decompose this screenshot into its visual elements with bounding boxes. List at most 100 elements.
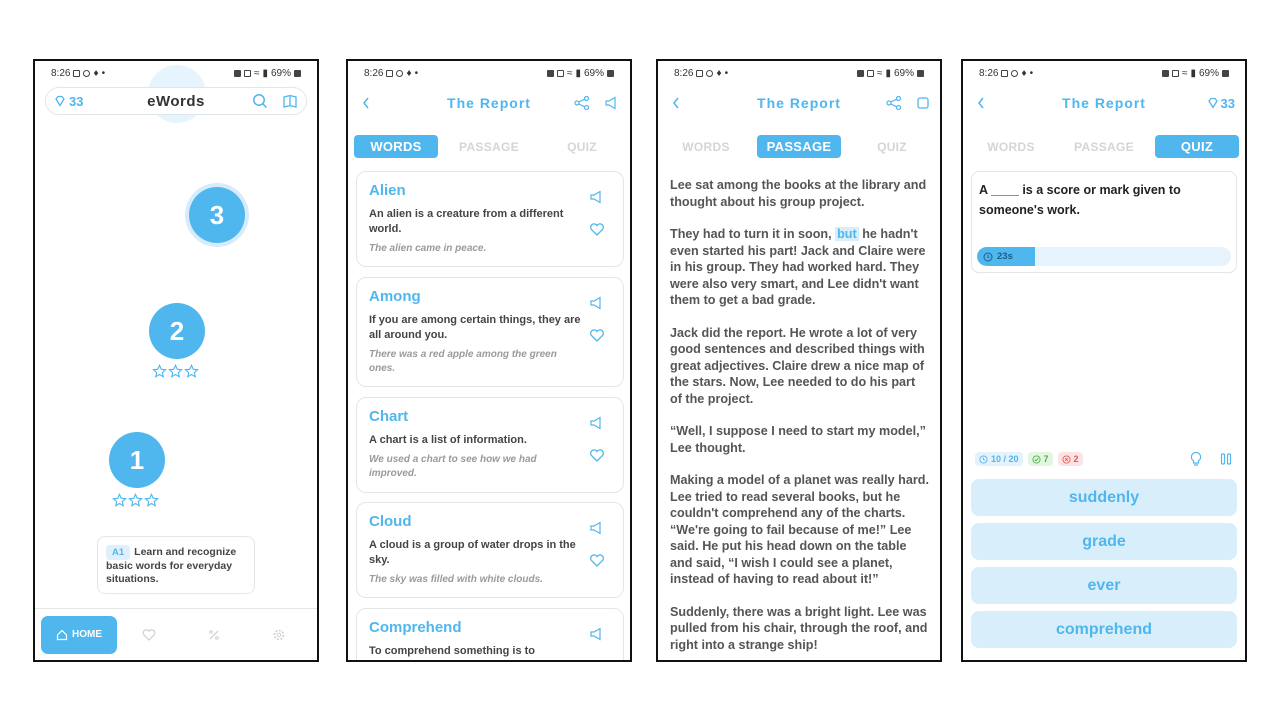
- gem-counter[interactable]: 33: [1207, 96, 1235, 111]
- word-card[interactable]: Cloud A cloud is a group of water drops …: [356, 502, 624, 598]
- clock-icon: [983, 252, 993, 261]
- highlighted-word[interactable]: but: [835, 227, 859, 241]
- speaker-icon[interactable]: [589, 521, 605, 535]
- heart-icon[interactable]: [589, 328, 605, 342]
- share-icon[interactable]: [886, 96, 902, 110]
- tab-passage[interactable]: PASSAGE: [447, 135, 531, 158]
- level-2-label: 2: [169, 315, 185, 346]
- answer-option[interactable]: suddenly: [971, 479, 1237, 516]
- wifi-status-icon: ≈: [253, 67, 260, 79]
- alarm-status-icon: [856, 69, 864, 77]
- home-nav-button[interactable]: HOME: [41, 615, 117, 654]
- gallery-status-icon: [386, 69, 394, 77]
- word-title: Chart: [369, 408, 409, 425]
- book-icon[interactable]: [282, 93, 298, 109]
- word-card[interactable]: Alien An alien is a creature from a diff…: [356, 171, 624, 267]
- speaker-icon[interactable]: [589, 296, 605, 310]
- back-arrow-icon[interactable]: [973, 96, 989, 110]
- answer-option[interactable]: comprehend: [971, 611, 1237, 648]
- status-bar: 8:26 ♦ • ≈ ▮ 69%: [963, 61, 1245, 85]
- tab-quiz[interactable]: QUIZ: [1155, 135, 1239, 158]
- report-header: The Report 33: [963, 91, 1245, 115]
- tab-words[interactable]: WORDS: [664, 135, 748, 158]
- level-2-button[interactable]: 2: [149, 303, 205, 359]
- gem-icon: [55, 95, 65, 107]
- bell-status-icon: ♦: [93, 67, 99, 79]
- passage-text-segment: They had to turn it in soon,: [670, 227, 836, 241]
- gallery-status-icon: [696, 69, 704, 77]
- pause-icon[interactable]: [1219, 452, 1233, 466]
- word-card[interactable]: Among If you are among certain things, t…: [356, 277, 624, 387]
- lesson-tabs: WORDS PASSAGE QUIZ: [664, 135, 934, 159]
- battery-text: 69%: [270, 67, 291, 79]
- word-card[interactable]: Comprehend To comprehend something is to: [356, 608, 624, 662]
- gem-counter[interactable]: 33: [54, 94, 83, 109]
- wifi-status-icon: ≈: [1181, 67, 1188, 79]
- level-1-stars: [112, 493, 159, 508]
- app-header: 33 eWords: [45, 87, 307, 115]
- level-3-button[interactable]: 3: [189, 187, 245, 243]
- question-progress-badge: 10 / 20: [975, 452, 1023, 466]
- heart-icon[interactable]: [589, 222, 605, 236]
- check-circle-icon: [1031, 454, 1041, 464]
- lightbulb-icon[interactable]: [1189, 451, 1203, 467]
- bottom-navigation: HOME: [35, 608, 317, 660]
- settings-icon[interactable]: [272, 628, 286, 642]
- signal-status-icon: ▮: [262, 67, 268, 79]
- tab-words[interactable]: WORDS: [969, 135, 1053, 158]
- bell-status-icon: ♦: [716, 67, 722, 79]
- percent-icon[interactable]: [207, 628, 221, 642]
- heart-icon[interactable]: [589, 553, 605, 567]
- star-icon: [112, 493, 127, 507]
- speaker-icon[interactable]: [589, 190, 605, 204]
- alarm-status-icon: [1161, 69, 1169, 77]
- back-arrow-icon[interactable]: [668, 96, 684, 110]
- word-title: Alien: [369, 182, 406, 199]
- stop-icon[interactable]: [916, 96, 930, 110]
- question-text: A ____ is a score or mark given to someo…: [979, 183, 1181, 217]
- heart-icon[interactable]: [589, 448, 605, 462]
- tab-quiz[interactable]: QUIZ: [850, 135, 934, 158]
- status-time: 8:26: [51, 67, 71, 79]
- tab-passage[interactable]: PASSAGE: [1062, 135, 1146, 158]
- wrong-count: 2: [1073, 454, 1079, 464]
- correct-count: 7: [1043, 454, 1049, 464]
- battery-text: 69%: [1198, 67, 1219, 79]
- tab-quiz[interactable]: QUIZ: [540, 135, 624, 158]
- dot-status-icon: •: [1029, 67, 1034, 79]
- tab-words[interactable]: WORDS: [354, 135, 438, 158]
- battery-icon: [294, 69, 301, 77]
- level-info-card[interactable]: A1 Learn and recognize basic words for ev…: [97, 536, 255, 594]
- quiz-screen: 8:26 ♦ • ≈ ▮ 69% The Report 33 WORDS PASSAGE…: [961, 59, 1247, 662]
- answer-option[interactable]: grade: [971, 523, 1237, 560]
- gallery-status-icon: [73, 69, 81, 77]
- heart-icon[interactable]: [589, 659, 605, 662]
- level-1-label: 1: [129, 444, 145, 475]
- answer-option[interactable]: ever: [971, 567, 1237, 604]
- back-arrow-icon[interactable]: [358, 96, 374, 110]
- heart-icon[interactable]: [142, 628, 156, 642]
- share-icon[interactable]: [574, 96, 590, 110]
- word-example: We used a chart to see how we had improv…: [369, 454, 537, 479]
- passage-paragraph: Suddenly, there was a bright light. Lee …: [670, 604, 928, 652]
- wifi-status-icon: ≈: [876, 67, 883, 79]
- report-header: The Report: [658, 91, 940, 115]
- status-bar: 8:26 ♦ • ≈ ▮ 69%: [658, 61, 940, 85]
- level-3-label: 3: [209, 199, 225, 230]
- status-time: 8:26: [979, 67, 999, 79]
- gem-count: 33: [1220, 95, 1235, 111]
- star-icon: [144, 493, 159, 507]
- speaker-icon[interactable]: [589, 416, 605, 430]
- passage-paragraph: Jack did the report. He wrote a lot of v…: [670, 325, 925, 406]
- speaker-icon[interactable]: [589, 627, 605, 641]
- timer-text: 23s: [997, 251, 1013, 262]
- search-icon[interactable]: [252, 93, 268, 109]
- level-1-button[interactable]: 1: [109, 432, 165, 488]
- word-definition: If you are among certain things, they ar…: [369, 314, 581, 341]
- words-screen: 8:26 ♦ • ≈ ▮ 69% The Report WORDS PASSAGE QU…: [346, 59, 632, 662]
- speaker-icon[interactable]: [604, 96, 620, 110]
- word-definition: A chart is a list of information.: [369, 434, 527, 446]
- lesson-title: The Report: [1062, 95, 1146, 111]
- word-card[interactable]: Chart A chart is a list of information. …: [356, 397, 624, 493]
- tab-passage[interactable]: PASSAGE: [757, 135, 841, 158]
